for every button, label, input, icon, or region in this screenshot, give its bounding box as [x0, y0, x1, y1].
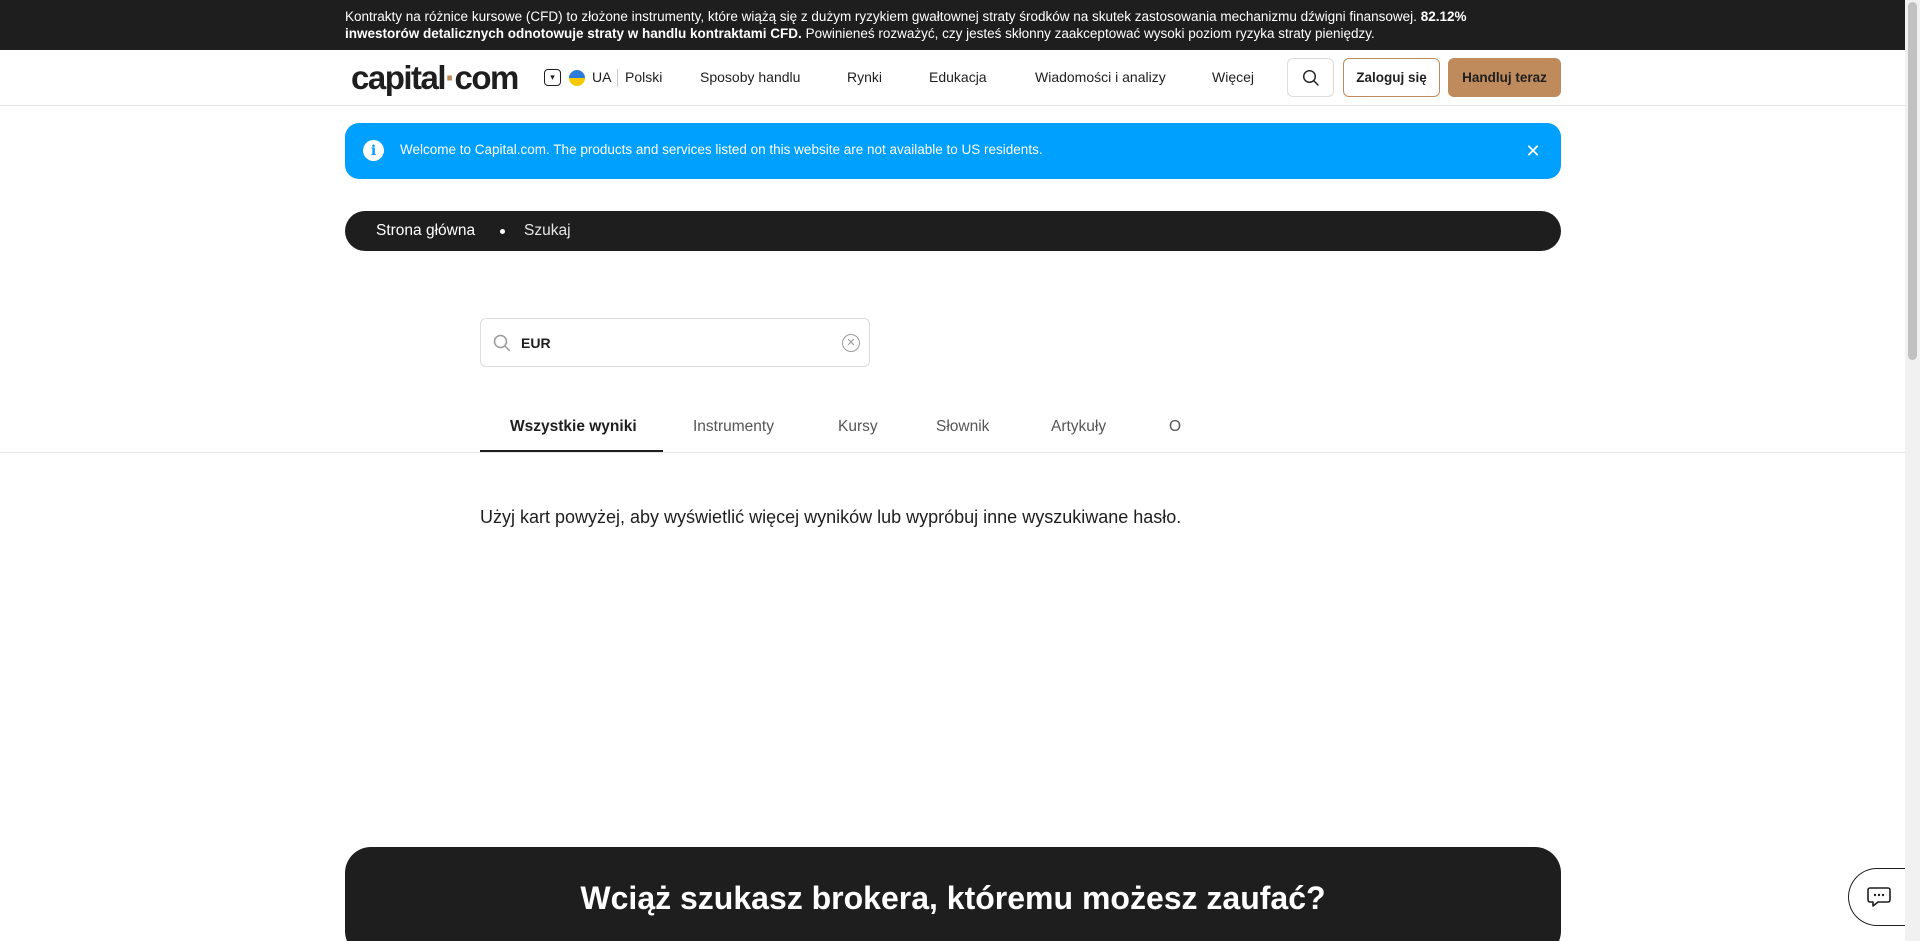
risk-warning-banner: Kontrakty na różnice kursowe (CFD) to zł… [0, 0, 1905, 50]
search-field[interactable]: ✕ [480, 318, 870, 367]
trade-now-button[interactable]: Handluj teraz [1448, 58, 1561, 97]
risk-warning-text: Kontrakty na różnice kursowe (CFD) to zł… [345, 9, 1467, 41]
tabs-divider [0, 452, 1905, 453]
info-icon: i [363, 140, 384, 161]
nav-rynki[interactable]: Rynki [847, 69, 882, 85]
breadcrumb-home-link[interactable]: Strona główna [376, 222, 475, 240]
breadcrumb: Strona główna Szukaj [345, 211, 1561, 251]
chevron-down-icon[interactable]: ▾ [544, 69, 561, 86]
broker-cta-section: Wciąż szukasz brokera, któremu możesz za… [345, 847, 1561, 941]
tab-instrumenty[interactable]: Instrumenty [693, 418, 774, 452]
nav-sposoby-handlu[interactable]: Sposoby handlu [700, 69, 800, 85]
header-search-button[interactable] [1287, 58, 1334, 97]
cta-heading: Wciąż szukasz brokera, któremu możesz za… [580, 880, 1326, 916]
page-scrollbar[interactable] [1905, 0, 1920, 941]
breadcrumb-current: Szukaj [524, 222, 571, 239]
region-selector[interactable]: UA [592, 69, 611, 85]
language-selector[interactable]: Polski [625, 69, 662, 85]
tab-wszystkie-wyniki[interactable]: Wszystkie wyniki [510, 418, 637, 452]
tab-kursy[interactable]: Kursy [838, 418, 878, 452]
chat-icon [1866, 887, 1891, 907]
us-residents-notice: i Welcome to Capital.com. The products a… [345, 123, 1561, 179]
close-icon[interactable]: ✕ [1521, 137, 1545, 165]
nav-wiadomosci-i-analizy[interactable]: Wiadomości i analizy [1035, 69, 1166, 85]
site-header: capital·com ▾ UA Polski Sposoby handlu R… [0, 50, 1905, 106]
login-button[interactable]: Zaloguj się [1343, 58, 1440, 97]
search-icon [493, 334, 511, 352]
chat-widget-button[interactable] [1848, 868, 1908, 926]
tab-artykuly[interactable]: Artykuły [1051, 418, 1106, 452]
search-hint-text: Użyj kart powyżej, aby wyświetlić więcej… [480, 507, 1182, 527]
tab-o[interactable]: O [1169, 418, 1181, 452]
tab-slownik[interactable]: Słownik [936, 418, 989, 452]
ukraine-flag-icon[interactable] [569, 70, 585, 86]
breadcrumb-separator [500, 229, 505, 234]
scrollbar-thumb[interactable] [1908, 2, 1917, 360]
clear-search-icon[interactable]: ✕ [842, 334, 860, 352]
search-icon [1302, 69, 1319, 86]
capital-com-logo[interactable]: capital·com [351, 59, 519, 97]
notice-text: Welcome to Capital.com. The products and… [400, 142, 1043, 157]
nav-edukacja[interactable]: Edukacja [929, 69, 987, 85]
nav-wiecej[interactable]: Więcej [1212, 69, 1254, 85]
divider [617, 69, 618, 87]
search-input[interactable] [521, 332, 821, 354]
